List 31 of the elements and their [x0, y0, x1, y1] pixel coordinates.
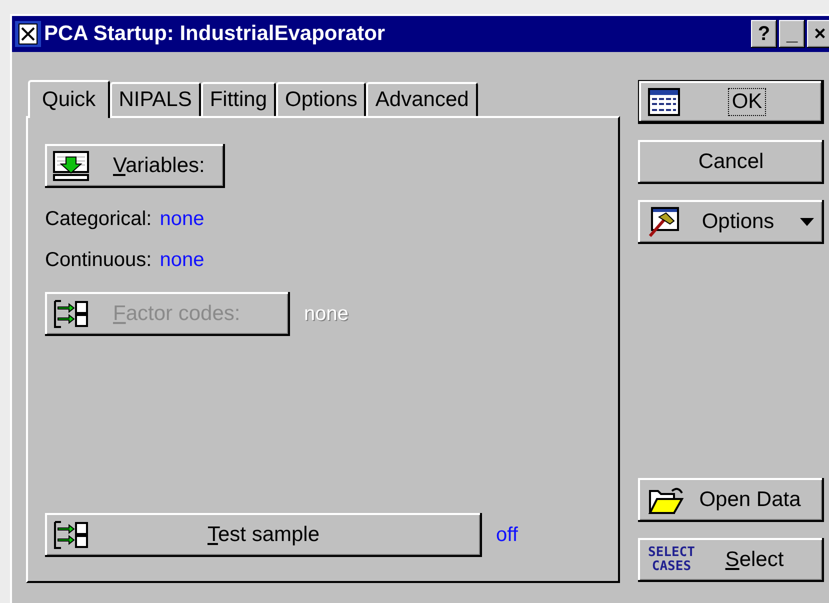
caret-icon: [800, 218, 814, 226]
window-title: PCA Startup: IndustrialEvaporator: [44, 22, 386, 46]
variable-label: Continuous:: [45, 249, 152, 272]
tab[interactable]: NIPALS: [110, 82, 201, 116]
app-icon: [14, 20, 42, 48]
variable-label: Categorical:: [45, 208, 152, 231]
test-sample-value: off: [496, 524, 518, 546]
side-button[interactable]: Cancel: [638, 140, 824, 184]
test-sample-button[interactable]: Test sample: [45, 513, 482, 557]
side-button[interactable]: OK: [638, 80, 824, 124]
variable-value: none: [160, 249, 204, 272]
variable-value: none: [160, 208, 204, 231]
tab[interactable]: Advanced: [366, 82, 478, 116]
tab[interactable]: Quick: [28, 80, 110, 118]
side-button[interactable]: Options: [638, 200, 824, 244]
select-cases-icon: SELECT CASES: [648, 546, 695, 574]
arrows-grid-icon: [53, 520, 89, 550]
side-button[interactable]: SELECT CASES Select: [638, 538, 824, 582]
tab[interactable]: Fitting: [200, 82, 276, 116]
monitor-arrow-icon: [53, 151, 89, 181]
side-button[interactable]: Open Data: [638, 478, 824, 522]
title-bar-button[interactable]: ?: [751, 20, 777, 48]
title-bar-button[interactable]: ×: [807, 20, 829, 48]
hammer-icon: [648, 207, 680, 237]
title-bar-button[interactable]: _: [779, 20, 805, 48]
table-icon: [648, 88, 680, 116]
folder-icon: [648, 485, 686, 515]
arrows-grid-icon: [53, 299, 89, 329]
factor-codes-value: none: [304, 302, 348, 326]
tab[interactable]: Options: [276, 82, 366, 116]
variables-button[interactable]: Variables:: [45, 144, 225, 188]
